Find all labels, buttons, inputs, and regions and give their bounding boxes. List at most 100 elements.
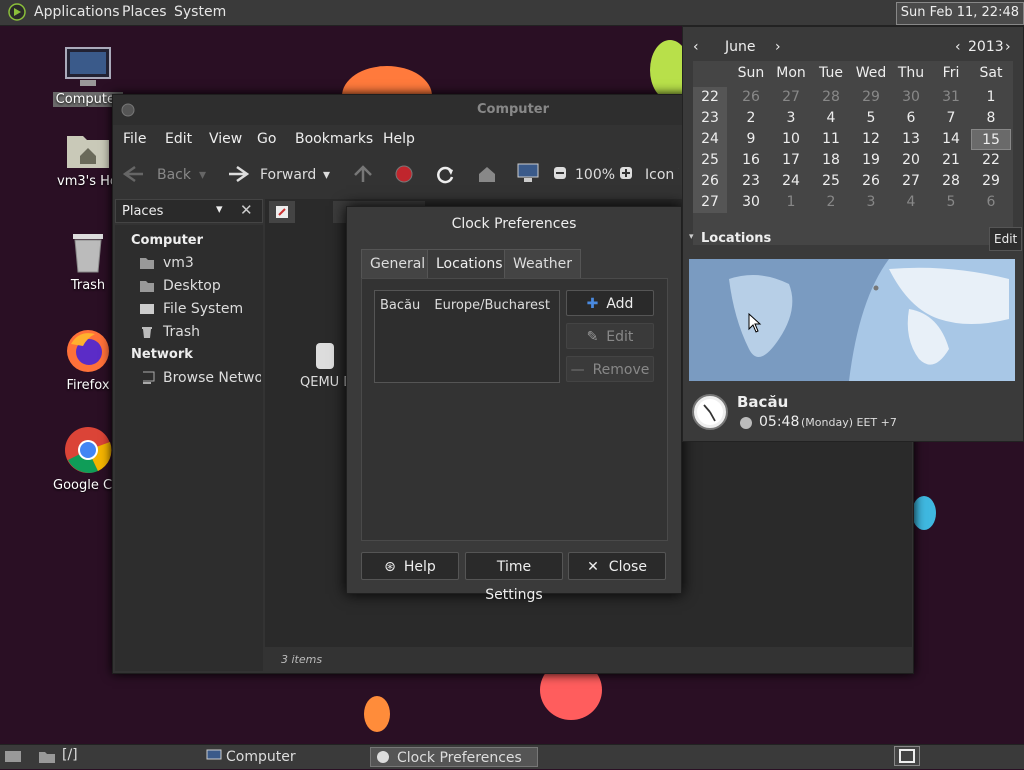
calendar-day[interactable]: 29 — [971, 171, 1011, 192]
menu-view[interactable]: View — [209, 131, 242, 147]
zoom-out-icon[interactable] — [553, 166, 567, 184]
sidebar-item-trash[interactable]: Trash — [142, 324, 200, 340]
sidebar-item-desktop[interactable]: Desktop — [140, 278, 221, 294]
back-button[interactable]: Back — [157, 167, 191, 183]
tab-weather[interactable]: Weather — [504, 249, 581, 278]
calendar-day[interactable]: 9 — [731, 129, 771, 150]
computer-icon[interactable] — [517, 163, 539, 187]
taskbar-path[interactable]: [/] — [62, 747, 78, 763]
menu-help[interactable]: Help — [383, 131, 415, 147]
calendar-day[interactable]: 4 — [891, 192, 931, 213]
show-desktop-icon[interactable] — [4, 749, 22, 769]
sidebar-item-browse-network[interactable]: Browse Network — [143, 370, 261, 386]
calendar-day[interactable]: 21 — [931, 150, 971, 171]
calendar-day[interactable]: 31 — [931, 87, 971, 108]
panel-clock-button[interactable]: Sun Feb 11, 22:48 — [895, 2, 1024, 25]
weekday-header: Fri — [942, 65, 960, 81]
calendar-day[interactable]: 23 — [731, 171, 771, 192]
add-button[interactable]: ✚ Add — [566, 290, 654, 316]
menu-places[interactable]: Places — [122, 4, 167, 20]
prev-year-icon[interactable]: ‹ — [955, 39, 961, 55]
calendar-day[interactable]: 18 — [811, 150, 851, 171]
next-year-icon[interactable]: › — [1005, 39, 1011, 55]
calendar-day[interactable]: 3 — [771, 108, 811, 129]
calendar-day[interactable]: 1 — [971, 87, 1011, 108]
sidebar-item-vm3[interactable]: vm3 — [140, 255, 194, 271]
edit-button[interactable]: ✎ Edit — [566, 323, 654, 349]
menu-system[interactable]: System — [174, 4, 226, 20]
calendar-day[interactable]: 16 — [731, 150, 771, 171]
calendar-day[interactable]: 24 — [771, 171, 811, 192]
home-icon[interactable] — [477, 165, 497, 187]
calendar-day[interactable]: 7 — [931, 108, 971, 129]
sidebar-item-file-system[interactable]: File System — [140, 301, 243, 317]
calendar-day[interactable]: 10 — [771, 129, 811, 150]
calendar-day[interactable]: 3 — [851, 192, 891, 213]
calendar-day[interactable]: 5 — [851, 108, 891, 129]
up-arrow-icon[interactable] — [353, 165, 373, 187]
calendar-day[interactable]: 25 — [811, 171, 851, 192]
location-name: Bacău — [380, 298, 421, 313]
close-pane-icon[interactable]: ✕ — [240, 201, 253, 219]
next-month-icon[interactable]: › — [775, 39, 781, 55]
view-mode-selector[interactable]: Icon View — [645, 167, 679, 183]
calendar-day[interactable]: 2 — [811, 192, 851, 213]
remove-button[interactable]: — Remove — [566, 356, 654, 382]
forward-dropdown-icon[interactable]: ▾ — [323, 167, 330, 183]
calendar-day[interactable]: 28 — [811, 87, 851, 108]
back-dropdown-icon[interactable]: ▾ — [199, 167, 206, 183]
calendar-day[interactable]: 11 — [811, 129, 851, 150]
calendar-popup: ‹ June › ‹ 2013 › Sun Mon Tue Wed Thu Fri Sat 2… — [682, 26, 1024, 442]
tab-locations[interactable]: Locations — [427, 249, 512, 278]
menu-bookmarks[interactable]: Bookmarks — [295, 131, 373, 147]
menu-edit[interactable]: Edit — [165, 131, 192, 147]
calendar-day[interactable]: 5 — [931, 192, 971, 213]
window-close-icon[interactable] — [121, 103, 135, 121]
world-map[interactable] — [689, 259, 1015, 381]
help-button[interactable]: ⊛ Help — [361, 552, 459, 580]
close-button[interactable]: ✕ Close — [568, 552, 666, 580]
calendar-day[interactable]: 17 — [771, 150, 811, 171]
calendar-day[interactable]: 30 — [891, 87, 931, 108]
calendar-day[interactable]: 22 — [971, 150, 1011, 171]
calendar-day[interactable]: 20 — [891, 150, 931, 171]
calendar-day[interactable]: 26 — [731, 87, 771, 108]
calendar-day[interactable]: 27 — [771, 87, 811, 108]
calendar-day[interactable]: 29 — [851, 87, 891, 108]
edit-locations-button[interactable]: Edit — [989, 227, 1023, 251]
calendar-day[interactable]: 6 — [891, 108, 931, 129]
task-clock-preferences[interactable]: Clock Preferences — [370, 747, 538, 767]
calendar-day[interactable]: 6 — [971, 192, 1011, 213]
distro-logo-icon[interactable] — [8, 3, 26, 25]
calendar-day[interactable]: 30 — [731, 192, 771, 213]
places-selector[interactable]: Places ▾ ✕ — [115, 199, 263, 223]
menu-applications[interactable]: Applications — [34, 4, 120, 20]
calendar-day[interactable]: 19 — [851, 150, 891, 171]
calendar-day[interactable]: 12 — [851, 129, 891, 150]
menu-go[interactable]: Go — [257, 131, 276, 147]
calendar-day[interactable]: 27 — [891, 171, 931, 192]
stop-icon[interactable] — [395, 165, 413, 187]
location-detail: (Monday) EET +7 — [801, 416, 897, 429]
tab-general[interactable]: General — [361, 249, 435, 278]
time-settings-button[interactable]: Time Settings — [465, 552, 563, 603]
calendar-day[interactable]: 4 — [811, 108, 851, 129]
calendar-day[interactable]: 2 — [731, 108, 771, 129]
forward-button[interactable]: Forward — [260, 167, 316, 183]
calendar-day[interactable]: 15 — [971, 129, 1011, 150]
calendar-day[interactable]: 8 — [971, 108, 1011, 129]
workspace-switcher[interactable] — [894, 746, 920, 766]
task-computer[interactable]: Computer — [200, 747, 364, 767]
reload-icon[interactable] — [435, 165, 455, 189]
prev-month-icon[interactable]: ‹ — [693, 39, 699, 55]
calendar-day[interactable]: 26 — [851, 171, 891, 192]
list-item[interactable]: Bacău Europe/Bucharest — [380, 298, 550, 313]
calendar-day[interactable]: 28 — [931, 171, 971, 192]
calendar-day[interactable]: 1 — [771, 192, 811, 213]
calendar-day[interactable]: 13 — [891, 129, 931, 150]
calendar-day[interactable]: 14 — [931, 129, 971, 150]
edit-location-icon[interactable] — [269, 201, 295, 223]
zoom-in-icon[interactable] — [619, 166, 633, 184]
menu-file[interactable]: File — [123, 131, 146, 147]
expand-arrow-icon[interactable]: ▾ — [689, 232, 694, 242]
